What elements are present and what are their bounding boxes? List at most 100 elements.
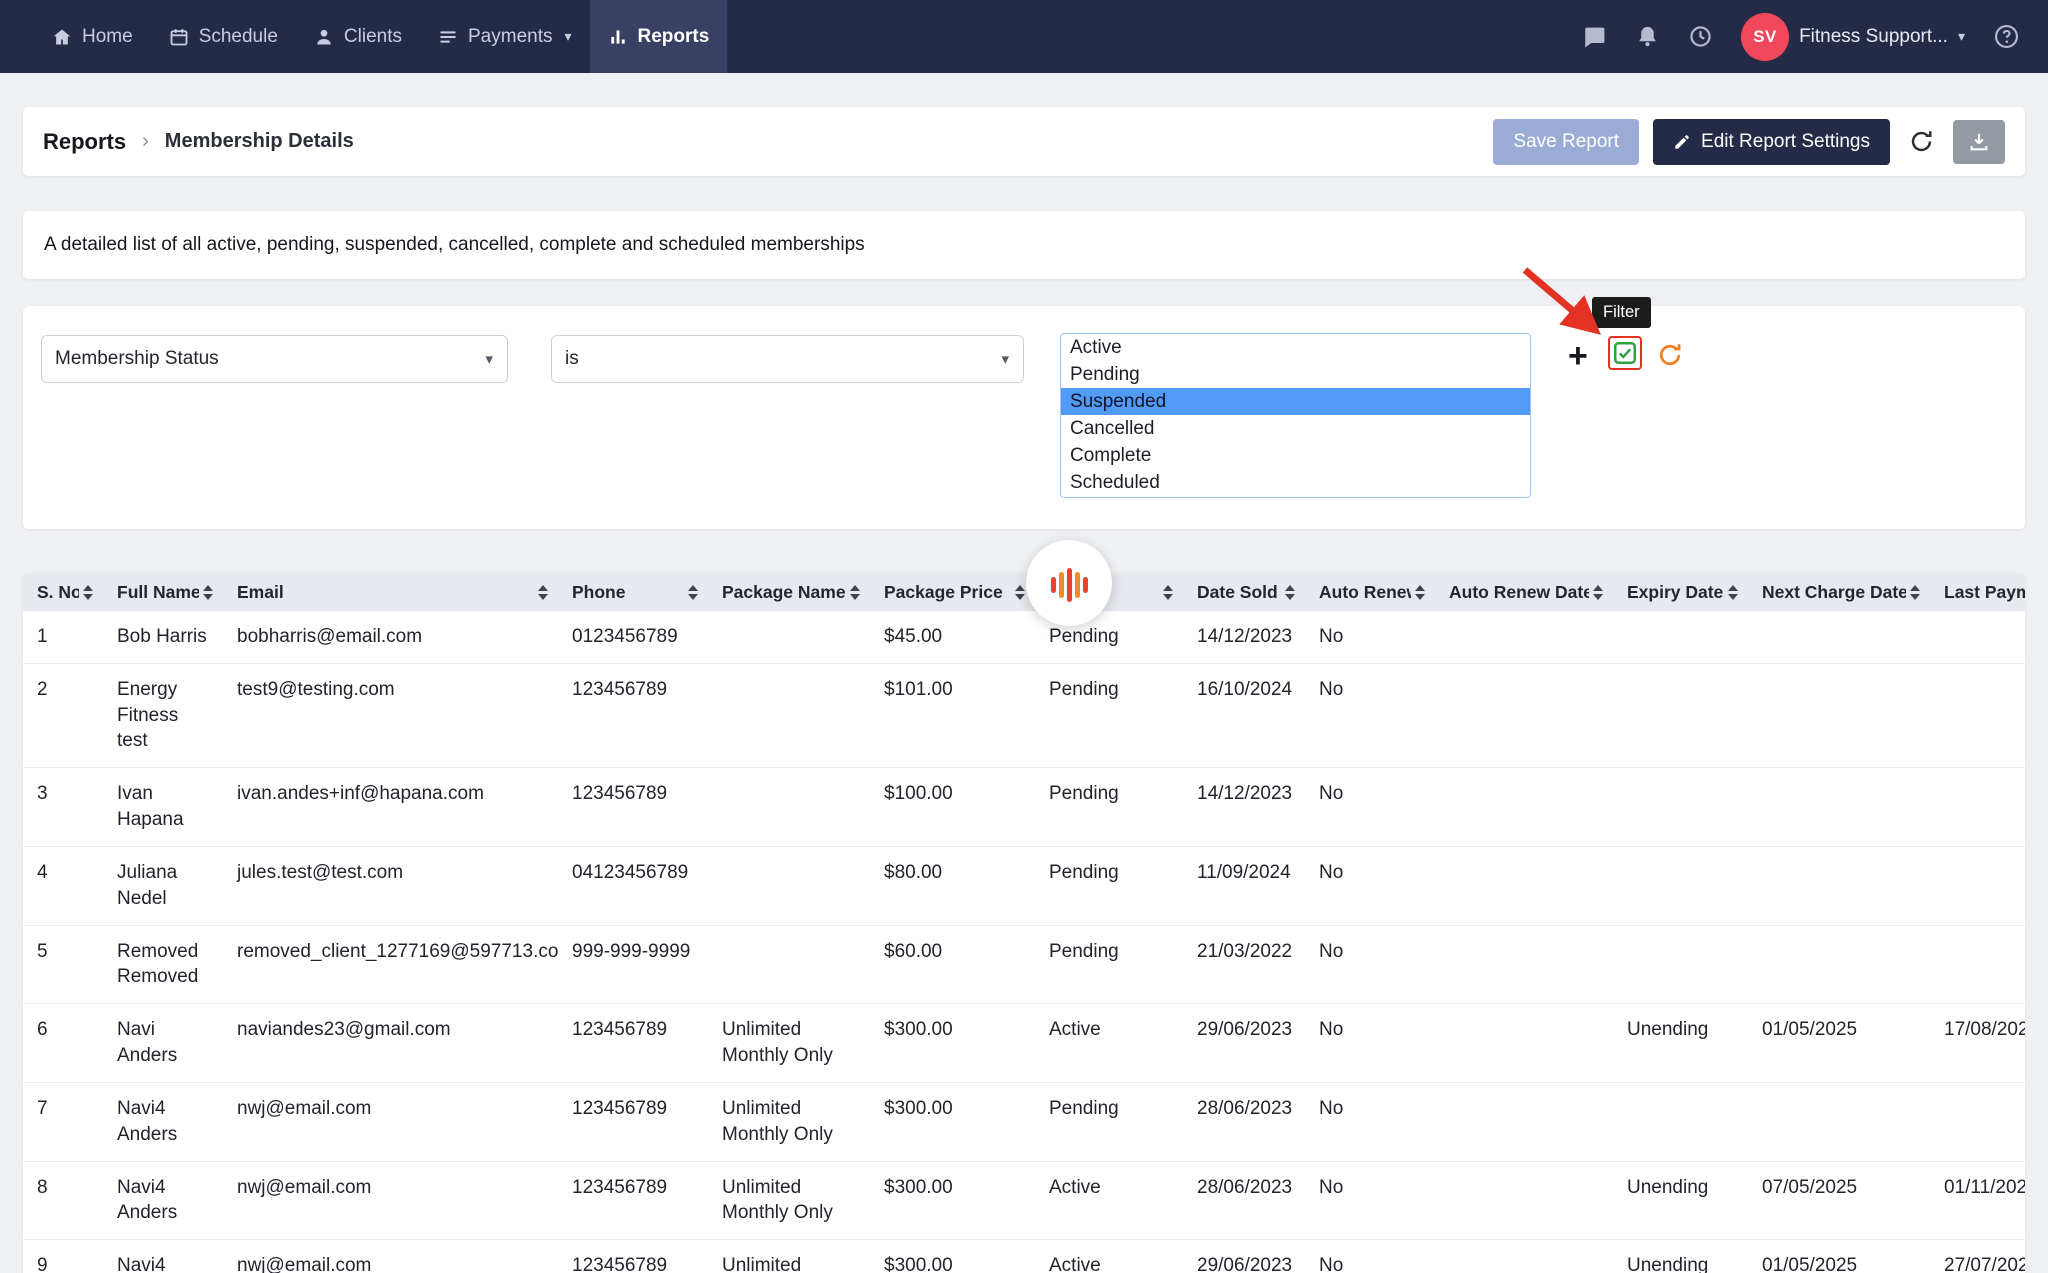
nav-item-home[interactable]: Home bbox=[34, 0, 151, 73]
sort-icon[interactable] bbox=[1728, 585, 1738, 600]
sort-icon[interactable] bbox=[203, 585, 213, 600]
apply-filter-icon[interactable] bbox=[1608, 336, 1642, 370]
table-cell: No bbox=[1305, 768, 1435, 847]
table-cell: Ivan Hapana bbox=[103, 768, 223, 847]
sort-icon[interactable] bbox=[538, 585, 548, 600]
table-cell bbox=[1435, 1240, 1613, 1273]
table-cell: $300.00 bbox=[870, 1161, 1035, 1240]
clock-icon[interactable] bbox=[1688, 24, 1713, 49]
filter-operator-value: is bbox=[565, 348, 579, 370]
table-cell bbox=[1748, 663, 1930, 767]
column-header[interactable]: Auto Renew bbox=[1305, 573, 1435, 611]
edit-report-settings-button[interactable]: Edit Report Settings bbox=[1653, 119, 1890, 165]
nav-item-label: Clients bbox=[344, 26, 402, 48]
table-cell: Pending bbox=[1035, 846, 1183, 925]
top-nav: Home Schedule Clients Payments ▾ Reports… bbox=[0, 0, 2048, 73]
chat-icon[interactable] bbox=[1581, 24, 1607, 50]
save-report-button[interactable]: Save Report bbox=[1493, 119, 1639, 165]
filter-field-value: Membership Status bbox=[55, 348, 219, 370]
listbox-option[interactable]: Active bbox=[1061, 334, 1530, 361]
sort-icon[interactable] bbox=[1015, 585, 1025, 600]
avatar: SV bbox=[1741, 13, 1789, 61]
column-label: Auto Renew bbox=[1319, 582, 1411, 603]
sort-icon[interactable] bbox=[1593, 585, 1603, 600]
column-label: Next Charge Date bbox=[1762, 582, 1906, 603]
column-header[interactable]: Phone bbox=[558, 573, 708, 611]
bar-chart-icon bbox=[608, 27, 628, 47]
table-cell: $300.00 bbox=[870, 1082, 1035, 1161]
table-cell bbox=[1613, 768, 1748, 847]
help-icon[interactable] bbox=[1993, 23, 2020, 50]
table-cell: Active bbox=[1035, 1161, 1183, 1240]
sort-icon[interactable] bbox=[1285, 585, 1295, 600]
column-header[interactable]: Date Sold bbox=[1183, 573, 1305, 611]
page-title: Membership Details bbox=[165, 130, 354, 153]
bell-icon[interactable] bbox=[1635, 24, 1660, 49]
table-cell: Bob Harris bbox=[103, 611, 223, 663]
column-header[interactable]: Package Price bbox=[870, 573, 1035, 611]
table-cell: test9@testing.com bbox=[223, 663, 558, 767]
nav-item-payments[interactable]: Payments ▾ bbox=[420, 0, 590, 73]
table-row: 8Navi4 Andersnwj@email.com123456789Unlim… bbox=[23, 1161, 2025, 1240]
column-header[interactable]: Last Payment bbox=[1930, 573, 2025, 611]
column-header[interactable]: Full Name bbox=[103, 573, 223, 611]
column-header[interactable]: Next Charge Date bbox=[1748, 573, 1930, 611]
table-cell: 21/03/2022 bbox=[1183, 925, 1305, 1004]
sort-icon[interactable] bbox=[850, 585, 860, 600]
sort-icon[interactable] bbox=[688, 585, 698, 600]
sort-icon[interactable] bbox=[83, 585, 93, 600]
table-cell bbox=[1613, 1082, 1748, 1161]
chevron-down-icon: ▾ bbox=[564, 28, 571, 45]
column-label: Last Payment bbox=[1944, 582, 2025, 603]
table-cell: $45.00 bbox=[870, 611, 1035, 663]
status-listbox[interactable]: ActivePendingSuspendedCancelledCompleteS… bbox=[1060, 333, 1531, 498]
listbox-option[interactable]: Scheduled bbox=[1061, 469, 1530, 496]
nav-item-schedule[interactable]: Schedule bbox=[151, 0, 296, 73]
listbox-option[interactable]: Cancelled bbox=[1061, 415, 1530, 442]
column-label: Date Sold bbox=[1197, 582, 1278, 603]
account-menu[interactable]: SV Fitness Support... ▾ bbox=[1741, 13, 1965, 61]
column-label: S. No. bbox=[37, 582, 79, 603]
table-cell: 29/06/2023 bbox=[1183, 1240, 1305, 1273]
listbox-option[interactable]: Complete bbox=[1061, 442, 1530, 469]
table-cell: 07/05/2025 bbox=[1748, 1161, 1930, 1240]
table-cell: Pending bbox=[1035, 1082, 1183, 1161]
sort-icon[interactable] bbox=[1163, 585, 1173, 600]
filter-operator-select[interactable]: is ▾ bbox=[551, 335, 1024, 383]
add-filter-icon[interactable]: + bbox=[1568, 339, 1588, 373]
table-cell: naviandes23@gmail.com bbox=[223, 1004, 558, 1083]
listbox-option[interactable]: Pending bbox=[1061, 361, 1530, 388]
table-cell: removed_client_1277169@597713.com bbox=[223, 925, 558, 1004]
column-header[interactable]: Auto Renew Date bbox=[1435, 573, 1613, 611]
chevron-down-icon: ▾ bbox=[1958, 28, 1965, 45]
table-cell bbox=[1613, 611, 1748, 663]
download-button[interactable] bbox=[1953, 120, 2005, 164]
calendar-icon bbox=[169, 27, 189, 47]
table-cell: 123456789 bbox=[558, 1004, 708, 1083]
table-cell bbox=[708, 663, 870, 767]
column-header[interactable]: S. No. bbox=[23, 573, 103, 611]
column-header[interactable]: Package Name bbox=[708, 573, 870, 611]
table-cell bbox=[1930, 663, 2025, 767]
table-cell: $100.00 bbox=[870, 768, 1035, 847]
reset-filter-icon[interactable] bbox=[1656, 341, 1684, 369]
filter-field-select[interactable]: Membership Status ▾ bbox=[41, 335, 508, 383]
column-header[interactable]: Email bbox=[223, 573, 558, 611]
table-cell: bobharris@email.com bbox=[223, 611, 558, 663]
table-cell: ivan.andes+inf@hapana.com bbox=[223, 768, 558, 847]
nav-item-clients[interactable]: Clients bbox=[296, 0, 420, 73]
nav-item-reports[interactable]: Reports bbox=[590, 0, 728, 73]
table-cell: Unlimited Monthly Only bbox=[708, 1004, 870, 1083]
table-cell bbox=[1748, 768, 1930, 847]
sort-icon[interactable] bbox=[1910, 585, 1920, 600]
sort-icon[interactable] bbox=[1415, 585, 1425, 600]
table-cell: Pending bbox=[1035, 768, 1183, 847]
column-header[interactable]: Expiry Date bbox=[1613, 573, 1748, 611]
breadcrumb-reports[interactable]: Reports bbox=[43, 129, 126, 155]
breadcrumb-bar: Reports › Membership Details Save Report… bbox=[23, 107, 2025, 176]
table-cell: 999-999-9999 bbox=[558, 925, 708, 1004]
table-cell: 01/05/2025 bbox=[1748, 1004, 1930, 1083]
listbox-option[interactable]: Suspended bbox=[1061, 388, 1530, 415]
refresh-icon[interactable] bbox=[1904, 128, 1939, 155]
column-label: Package Price bbox=[884, 582, 1003, 603]
